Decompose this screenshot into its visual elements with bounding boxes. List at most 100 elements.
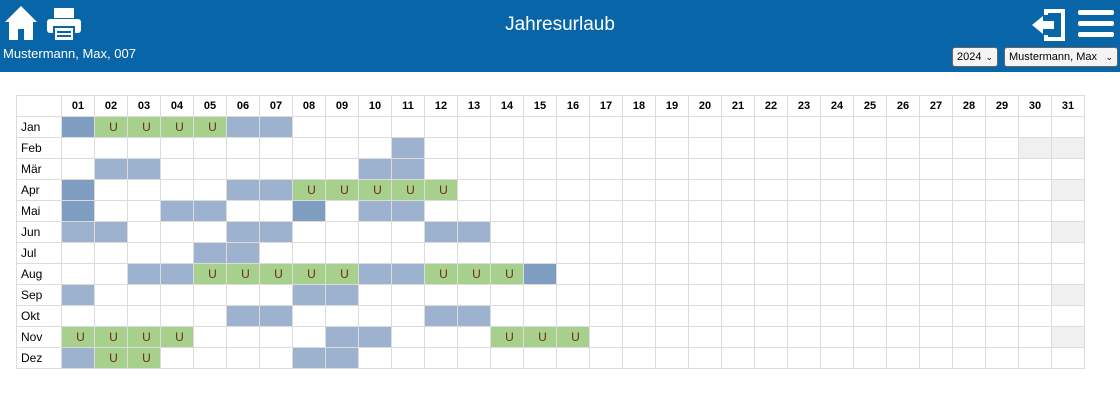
day-cell[interactable] <box>127 221 161 243</box>
day-cell[interactable] <box>1051 305 1085 327</box>
day-cell[interactable] <box>325 347 359 369</box>
day-cell[interactable] <box>325 137 359 159</box>
logout-icon[interactable] <box>1030 6 1068 44</box>
day-cell[interactable] <box>721 158 755 180</box>
day-cell[interactable] <box>127 242 161 264</box>
day-cell[interactable] <box>556 137 590 159</box>
day-cell[interactable] <box>688 305 722 327</box>
day-cell[interactable] <box>688 347 722 369</box>
day-cell[interactable] <box>655 221 689 243</box>
day-cell[interactable] <box>424 137 458 159</box>
day-cell[interactable] <box>259 200 293 222</box>
day-cell[interactable] <box>424 305 458 327</box>
day-cell[interactable] <box>556 347 590 369</box>
day-cell[interactable]: U <box>127 326 161 348</box>
day-cell[interactable] <box>61 116 95 138</box>
day-cell[interactable] <box>292 305 326 327</box>
day-cell[interactable] <box>325 221 359 243</box>
day-cell[interactable] <box>820 347 854 369</box>
day-cell[interactable] <box>61 305 95 327</box>
day-cell[interactable] <box>127 158 161 180</box>
day-cell[interactable] <box>985 137 1019 159</box>
day-cell[interactable] <box>259 305 293 327</box>
day-cell[interactable] <box>94 137 128 159</box>
day-cell[interactable] <box>160 263 194 285</box>
day-cell[interactable]: U <box>490 263 524 285</box>
day-cell[interactable] <box>358 347 392 369</box>
day-cell[interactable] <box>886 347 920 369</box>
day-cell[interactable] <box>358 242 392 264</box>
day-cell[interactable] <box>1018 158 1052 180</box>
day-cell[interactable] <box>853 242 887 264</box>
day-cell[interactable] <box>622 242 656 264</box>
day-cell[interactable] <box>457 326 491 348</box>
day-cell[interactable] <box>820 200 854 222</box>
day-cell[interactable] <box>358 263 392 285</box>
day-cell[interactable] <box>127 200 161 222</box>
day-cell[interactable] <box>688 116 722 138</box>
day-cell[interactable] <box>1051 158 1085 180</box>
day-cell[interactable] <box>391 305 425 327</box>
day-cell[interactable] <box>556 305 590 327</box>
day-cell[interactable] <box>259 242 293 264</box>
day-cell[interactable] <box>556 116 590 138</box>
day-cell[interactable] <box>655 347 689 369</box>
day-cell[interactable] <box>556 221 590 243</box>
day-cell[interactable] <box>160 347 194 369</box>
day-cell[interactable] <box>127 305 161 327</box>
day-cell[interactable] <box>391 263 425 285</box>
day-cell[interactable] <box>556 242 590 264</box>
day-cell[interactable] <box>259 221 293 243</box>
day-cell[interactable] <box>391 221 425 243</box>
day-cell[interactable] <box>754 242 788 264</box>
day-cell[interactable] <box>589 200 623 222</box>
day-cell[interactable] <box>226 179 260 201</box>
day-cell[interactable] <box>622 137 656 159</box>
day-cell[interactable] <box>61 137 95 159</box>
day-cell[interactable] <box>622 347 656 369</box>
day-cell[interactable]: U <box>193 263 227 285</box>
day-cell[interactable] <box>655 158 689 180</box>
day-cell[interactable] <box>490 158 524 180</box>
day-cell[interactable] <box>391 326 425 348</box>
day-cell[interactable] <box>985 221 1019 243</box>
day-cell[interactable]: U <box>94 347 128 369</box>
day-cell[interactable] <box>94 242 128 264</box>
day-cell[interactable] <box>193 284 227 306</box>
day-cell[interactable] <box>622 326 656 348</box>
day-cell[interactable] <box>259 116 293 138</box>
day-cell[interactable] <box>952 284 986 306</box>
day-cell[interactable] <box>721 347 755 369</box>
day-cell[interactable] <box>193 305 227 327</box>
day-cell[interactable]: U <box>490 326 524 348</box>
day-cell[interactable] <box>754 137 788 159</box>
day-cell[interactable] <box>952 326 986 348</box>
day-cell[interactable] <box>424 347 458 369</box>
day-cell[interactable] <box>523 284 557 306</box>
day-cell[interactable] <box>160 284 194 306</box>
day-cell[interactable] <box>985 326 1019 348</box>
day-cell[interactable]: U <box>424 179 458 201</box>
day-cell[interactable] <box>490 305 524 327</box>
day-cell[interactable] <box>985 179 1019 201</box>
day-cell[interactable]: U <box>226 263 260 285</box>
day-cell[interactable] <box>985 284 1019 306</box>
day-cell[interactable] <box>226 284 260 306</box>
day-cell[interactable] <box>754 347 788 369</box>
day-cell[interactable] <box>622 221 656 243</box>
day-cell[interactable]: U <box>424 263 458 285</box>
day-cell[interactable] <box>622 200 656 222</box>
day-cell[interactable] <box>787 263 821 285</box>
day-cell[interactable] <box>754 305 788 327</box>
day-cell[interactable] <box>193 200 227 222</box>
day-cell[interactable] <box>688 179 722 201</box>
day-cell[interactable] <box>226 221 260 243</box>
day-cell[interactable] <box>358 116 392 138</box>
day-cell[interactable]: U <box>292 179 326 201</box>
day-cell[interactable] <box>952 263 986 285</box>
day-cell[interactable] <box>886 305 920 327</box>
day-cell[interactable] <box>391 200 425 222</box>
day-cell[interactable]: U <box>292 263 326 285</box>
day-cell[interactable] <box>919 137 953 159</box>
day-cell[interactable] <box>193 221 227 243</box>
